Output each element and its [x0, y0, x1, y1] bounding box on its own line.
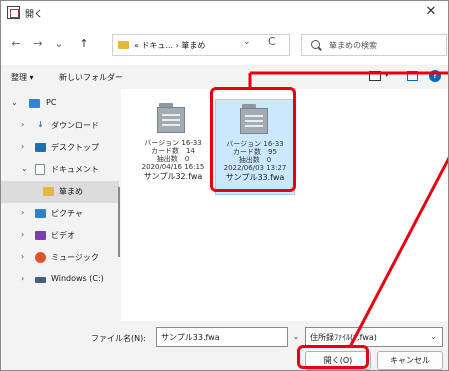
chevron-right-icon[interactable]: › — [21, 274, 24, 283]
chevron-right-icon[interactable]: › — [21, 230, 24, 239]
close-button[interactable]: ✕ — [422, 3, 440, 21]
command-bar: 整理 ▾ 新しいフォルダー ▾ ? — [1, 65, 448, 89]
sidebar-item-pictures[interactable]: › ピクチャ — [1, 203, 119, 225]
address-path[interactable]: « ドキュ... › 箪まめ — [134, 40, 205, 51]
filetype-value[interactable]: 住所録ﾌｧｲﾙ(*.fwa) — [310, 332, 377, 343]
app-icon — [7, 6, 20, 19]
drive-icon — [35, 277, 46, 283]
view-options-icon[interactable] — [369, 71, 381, 81]
annotation-highlight-file — [210, 87, 296, 192]
music-icon — [35, 252, 46, 263]
sidebar-item-desktop[interactable]: › デスクトップ — [1, 137, 119, 159]
sidebar-item-label: Windows (C:) — [51, 274, 104, 283]
navigation-pane: ⌄ PC › ↓ ダウンロード › デスクトップ ⌄ ドキュメント 箪まめ › … — [1, 89, 121, 321]
file-icon — [157, 103, 187, 135]
dialog-title: 開く — [25, 10, 44, 20]
sidebar-item-label: ドキュメント — [51, 165, 99, 174]
file-name-bar: ファイル名(N): サンプル33.fwa ⌄ 住所録ﾌｧｲﾙ(*.fwa) ⌄ … — [1, 321, 448, 370]
search-icon — [311, 40, 320, 49]
videos-icon — [35, 231, 46, 240]
chevron-down-icon[interactable]: ⌄ — [11, 98, 18, 107]
search-box[interactable]: 箪まめの検索 — [301, 34, 447, 56]
forward-button[interactable]: → — [31, 37, 45, 51]
refresh-button[interactable]: C — [268, 35, 276, 48]
file-info-date: 2020/04/16 16:15 — [141, 163, 205, 171]
new-folder-button[interactable]: 新しいフォルダー — [59, 72, 123, 83]
desktop-icon — [35, 143, 46, 152]
chevron-right-icon[interactable]: › — [21, 142, 24, 151]
chevron-down-icon[interactable]: ⌄ — [430, 332, 437, 341]
file-info-version: バージョン 16-33 — [144, 139, 202, 147]
filetype-select[interactable]: 住所録ﾌｧｲﾙ(*.fwa) ⌄ — [305, 327, 443, 347]
file-info-cards: カード数 14 — [151, 147, 195, 155]
back-button[interactable]: ← — [9, 37, 23, 51]
sidebar-item-label: ビデオ — [51, 231, 75, 240]
title-bar: 開く ✕ — [1, 1, 448, 25]
file-name: サンプル32.fwa — [143, 172, 203, 181]
sidebar-item-documents[interactable]: ⌄ ドキュメント — [1, 159, 119, 181]
filename-value[interactable]: サンプル33.fwa — [161, 332, 220, 343]
sidebar-item-label: ピクチャ — [51, 209, 83, 218]
sidebar-item-downloads[interactable]: › ↓ ダウンロード — [1, 115, 119, 137]
open-file-dialog: 開く ✕ ← → ⌄ ↑ « ドキュ... › 箪まめ ⌄ C 箪まめの検索 整… — [0, 0, 449, 371]
help-icon[interactable]: ? — [429, 70, 441, 82]
navigation-bar: ← → ⌄ ↑ « ドキュ... › 箪まめ ⌄ C 箪まめの検索 — [1, 25, 448, 65]
chevron-right-icon[interactable]: › — [21, 120, 24, 129]
pictures-icon — [35, 209, 46, 218]
chevron-down-icon[interactable]: ⌄ — [21, 164, 28, 173]
sidebar-item-mamefolder[interactable]: 箪まめ — [1, 181, 119, 203]
cancel-button[interactable]: キャンセル — [377, 351, 443, 370]
address-bar[interactable]: « ドキュ... › 箪まめ — [112, 34, 290, 56]
sidebar-item-label: ミュージック — [51, 253, 99, 262]
chevron-down-icon[interactable]: ⌄ — [290, 327, 302, 347]
filename-label: ファイル名(N): — [91, 334, 146, 343]
file-info-extracted: 抽出数 0 — [156, 155, 190, 163]
sidebar-item-videos[interactable]: › ビデオ — [1, 225, 119, 247]
chevron-right-icon[interactable]: › — [21, 208, 24, 217]
organize-button[interactable]: 整理 ▾ — [11, 72, 34, 83]
file-item[interactable]: バージョン 16-33 カード数 14 抽出数 0 2020/04/16 16:… — [133, 99, 213, 195]
preview-pane-icon[interactable] — [407, 71, 418, 81]
sidebar-item-label: PC — [46, 98, 57, 107]
sidebar-item-music[interactable]: › ミュージック — [1, 247, 119, 269]
chevron-right-icon[interactable]: › — [21, 252, 24, 261]
sidebar-item-windows-drive[interactable]: › Windows (C:) — [1, 269, 119, 291]
folder-icon — [118, 41, 129, 49]
search-placeholder[interactable]: 箪まめの検索 — [329, 40, 377, 51]
sidebar-item-label: ダウンロード — [51, 121, 99, 130]
download-icon: ↓ — [37, 120, 44, 129]
sidebar-item-label: デスクトップ — [51, 143, 99, 152]
filename-input[interactable]: サンプル33.fwa — [156, 327, 288, 347]
annotation-highlight-open-button — [297, 345, 369, 369]
chevron-down-icon[interactable]: ▾ — [385, 71, 389, 79]
sidebar-scrollbar[interactable] — [118, 187, 120, 257]
up-button[interactable]: ↑ — [77, 37, 91, 51]
pc-icon — [29, 99, 40, 108]
sidebar-item-label: 箪まめ — [59, 187, 83, 196]
folder-icon — [43, 187, 54, 196]
address-dropdown-icon[interactable]: ⌄ — [243, 37, 251, 47]
recent-locations-button[interactable]: ⌄ — [52, 37, 66, 51]
sidebar-item-pc[interactable]: ⌄ PC — [1, 93, 119, 115]
documents-icon — [35, 164, 45, 175]
